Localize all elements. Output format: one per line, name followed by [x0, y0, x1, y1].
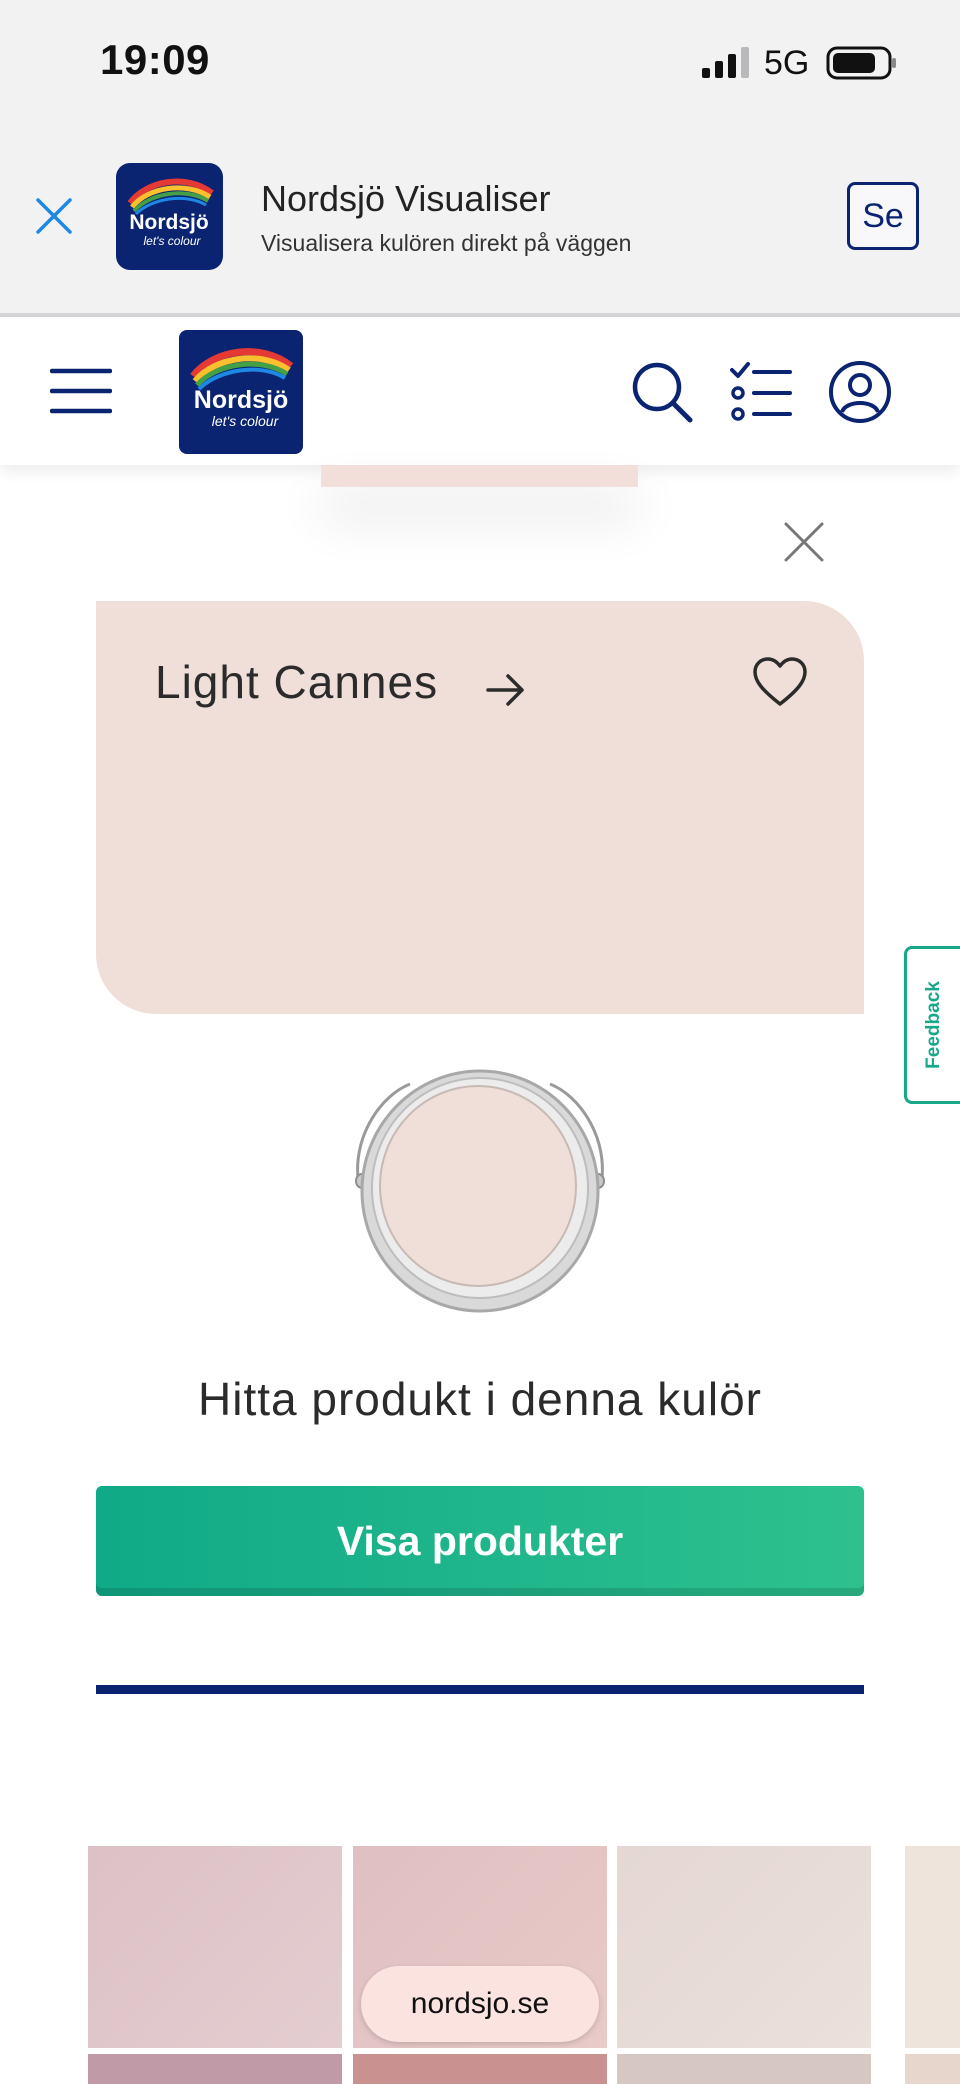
checklist-icon[interactable] — [728, 360, 792, 424]
site-header — [0, 317, 960, 465]
rainbow-swoosh-icon: Nordsjö let's colour — [127, 178, 214, 248]
colour-swatch[interactable] — [88, 2054, 342, 2084]
colour-swatch[interactable] — [617, 1846, 871, 2048]
feedback-label: Feedback — [922, 981, 944, 1069]
close-icon[interactable] — [34, 196, 74, 236]
colour-swatch[interactable] — [905, 1846, 960, 2048]
paint-can-image — [355, 1069, 605, 1313]
cellular-signal-icon — [702, 47, 749, 78]
menu-icon[interactable] — [50, 367, 112, 415]
user-icon[interactable] — [828, 360, 892, 424]
app-logo: Nordsjö let's colour — [116, 163, 223, 270]
find-product-heading: Hitta produkt i denna kulör — [198, 1373, 762, 1425]
section-divider — [96, 1685, 864, 1694]
colour-swatch[interactable] — [905, 2054, 960, 2084]
colour-name-link[interactable]: Light Cannes — [155, 655, 438, 709]
browser-url-pill[interactable]: nordsjo.se — [361, 1966, 599, 2042]
show-products-button[interactable]: Visa produkter — [96, 1486, 864, 1596]
colour-swatch[interactable] — [353, 2054, 607, 2084]
battery-icon — [826, 46, 896, 80]
colour-peek-strip — [321, 465, 638, 487]
heart-icon[interactable] — [752, 656, 808, 708]
status-time: 19:09 — [100, 36, 210, 83]
app-banner-title: Nordsjö Visualiser — [261, 178, 551, 219]
logo-wordmark: Nordsjö — [194, 386, 288, 414]
close-icon[interactable] — [780, 518, 828, 566]
open-app-button[interactable]: Se — [847, 182, 919, 250]
feedback-tab[interactable]: Feedback — [904, 946, 960, 1104]
logo-tagline: let's colour — [212, 413, 280, 429]
rainbow-swoosh-icon: Nordsjö let's colour — [190, 348, 294, 429]
logo-wordmark: Nordsjö — [129, 211, 208, 234]
search-icon[interactable] — [630, 360, 694, 424]
arrow-right-icon[interactable] — [484, 668, 528, 712]
colour-swatch[interactable] — [88, 1846, 342, 2048]
site-logo[interactable]: Nordsjö let's colour — [179, 330, 303, 454]
colour-swatch[interactable] — [617, 2054, 871, 2084]
logo-tagline: let's colour — [144, 234, 202, 248]
swatch-grid — [0, 1846, 960, 2084]
app-banner-subtitle: Visualisera kulören direkt på väggen — [261, 230, 632, 256]
network-type: 5G — [764, 44, 810, 82]
